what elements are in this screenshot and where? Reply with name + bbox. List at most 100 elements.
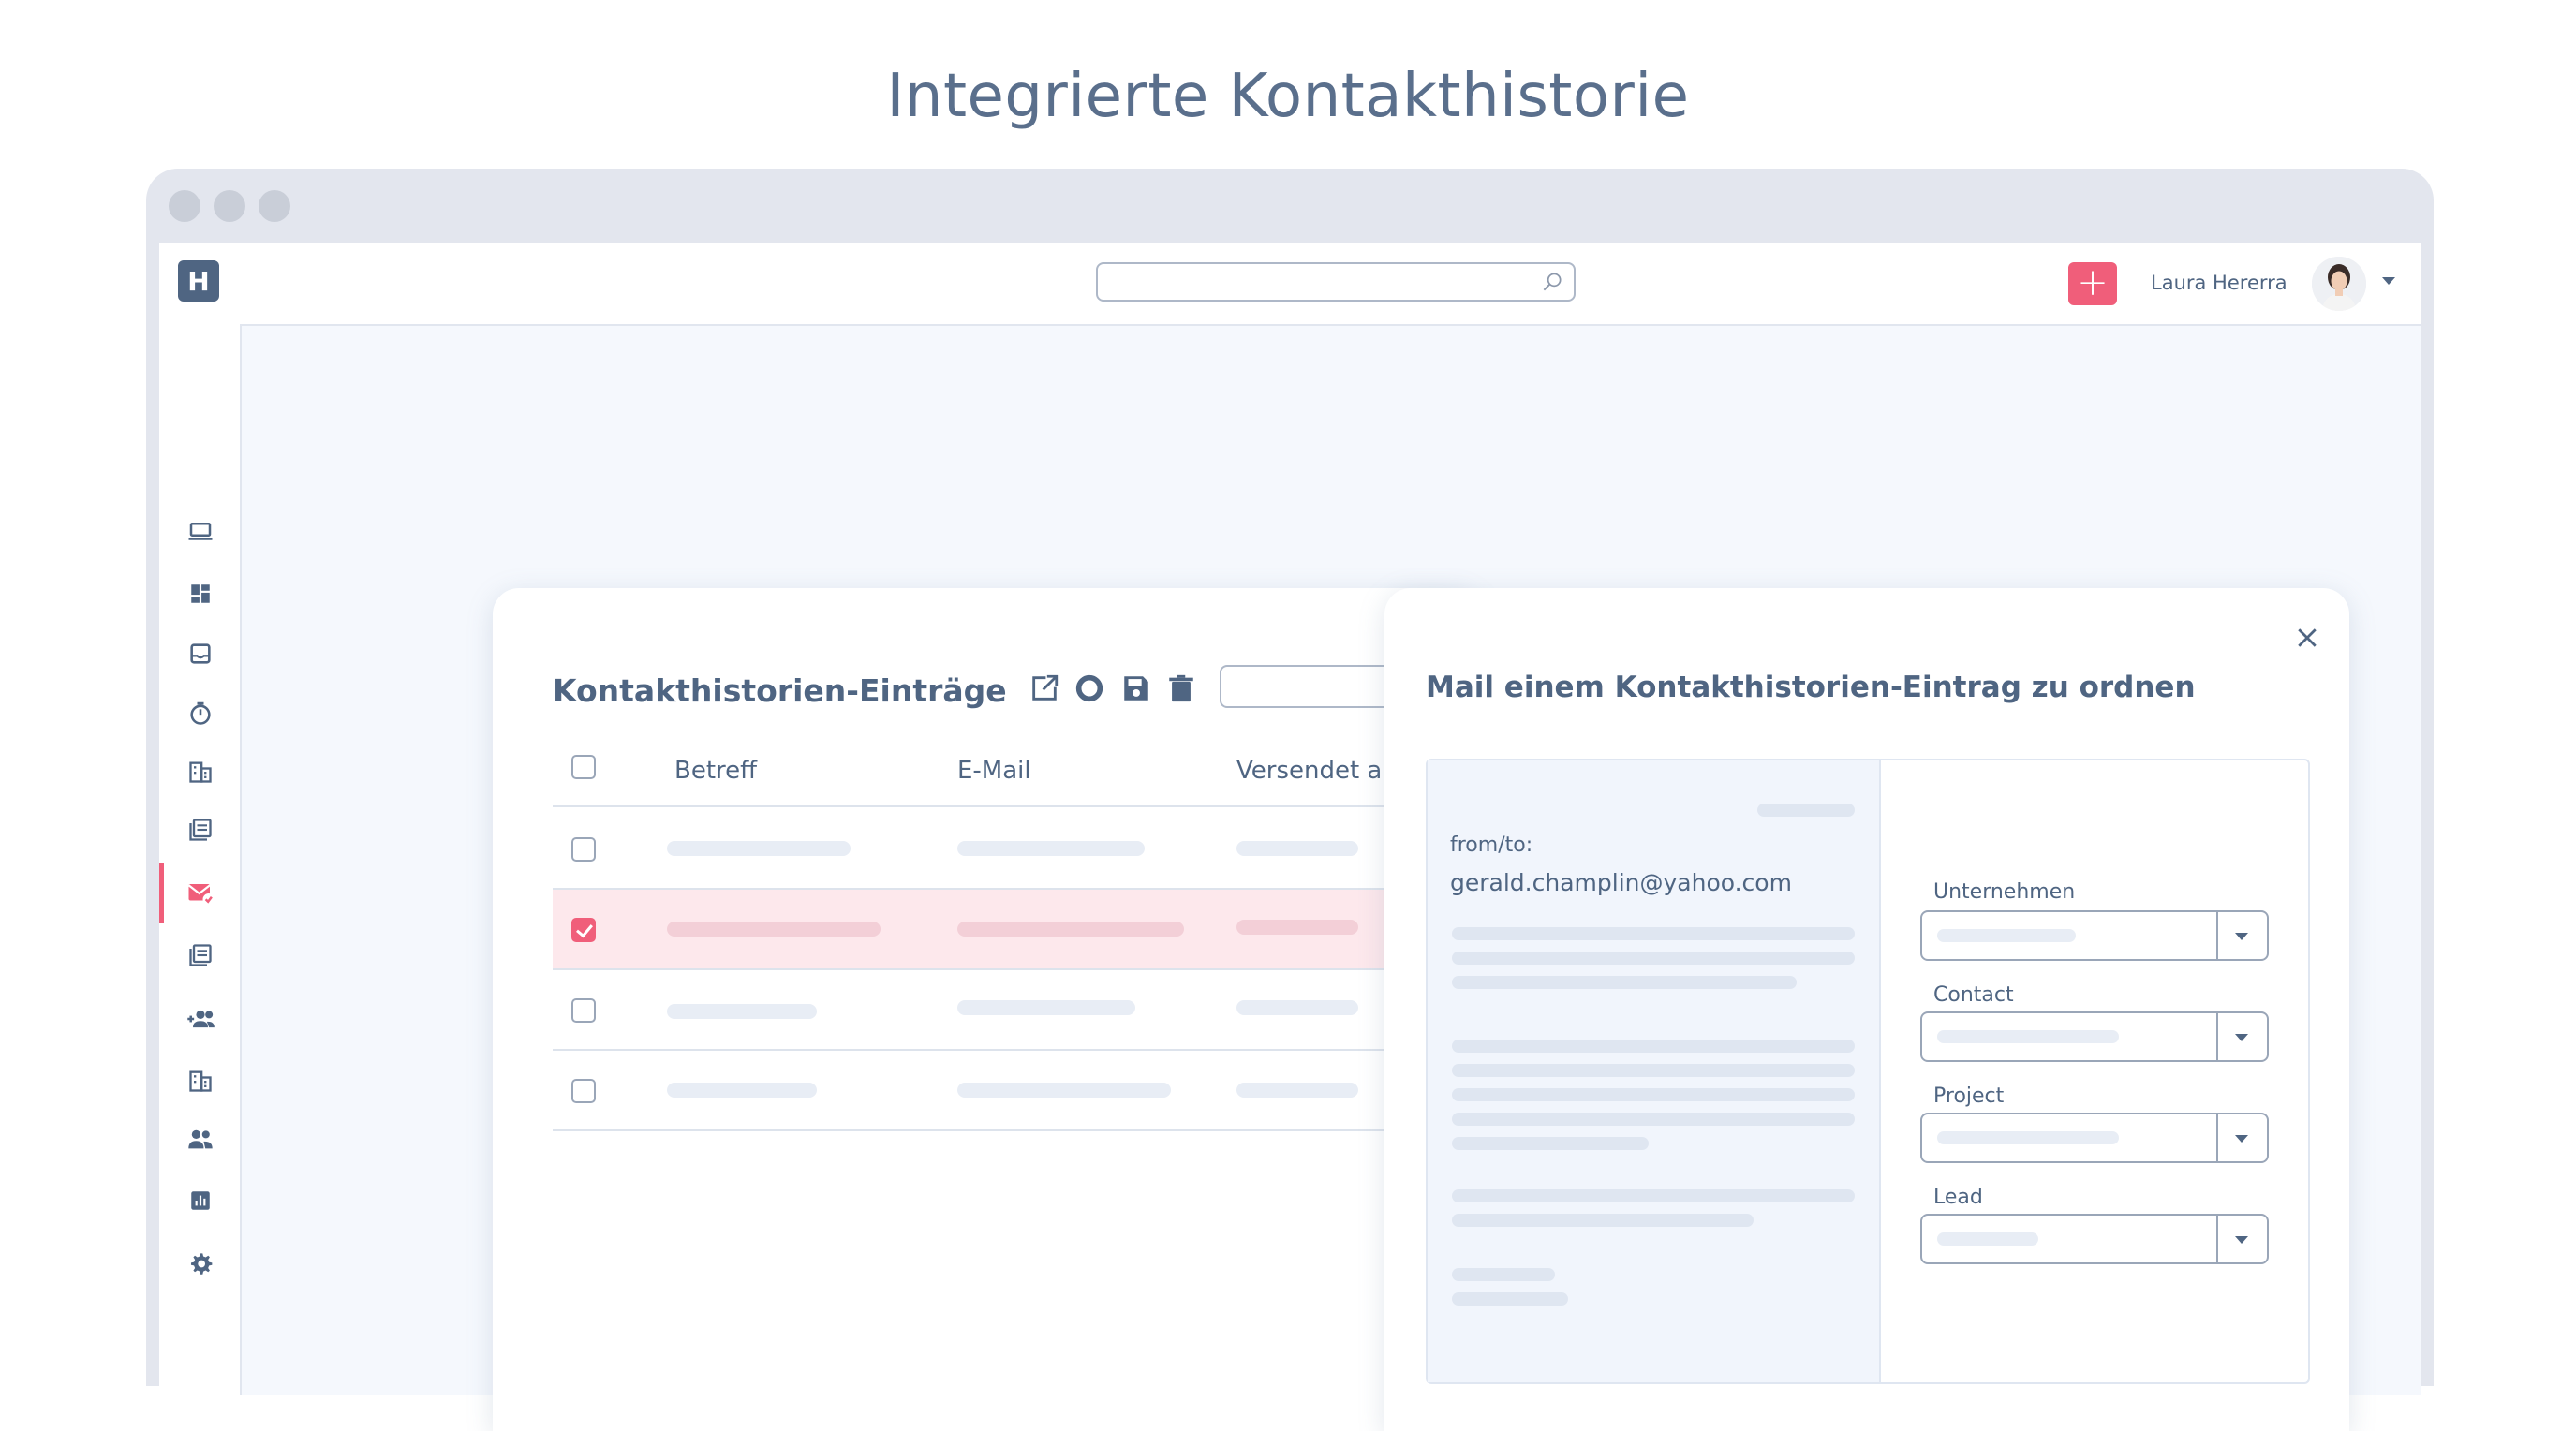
chevron-down-icon[interactable]	[2235, 1034, 2248, 1041]
placeholder-bar	[1452, 1292, 1568, 1306]
select-all-checkbox[interactable]	[571, 755, 596, 779]
building-icon[interactable]	[184, 755, 217, 789]
chevron-down-icon[interactable]	[2235, 933, 2248, 940]
row-checkbox[interactable]	[571, 998, 596, 1023]
column-header-betreff[interactable]: Betreff	[674, 757, 757, 785]
select-divider	[2216, 1013, 2218, 1060]
field-label-contact: Contact	[1933, 983, 2014, 1007]
field-label-project: Project	[1933, 1084, 2005, 1108]
placeholder-bar	[1452, 1268, 1555, 1281]
sidebar-active-indicator	[159, 863, 164, 923]
placeholder-bar	[1236, 1083, 1358, 1098]
logo[interactable]: H	[178, 260, 219, 302]
placeholder-bar	[1452, 1214, 1754, 1227]
mail-from-label: from/to:	[1450, 834, 1533, 857]
assign-mail-panel: Mail einem Kontakthistorien-Eintrag zu o…	[1384, 588, 2349, 1431]
table-row[interactable]	[553, 809, 1424, 890]
contact-history-list-panel: Kontakthistorien-Einträge Betreff E-Mail…	[493, 588, 1480, 1431]
avatar-portrait	[2312, 257, 2366, 311]
table-row-selected[interactable]	[553, 890, 1424, 970]
project-select[interactable]	[1920, 1113, 2269, 1163]
chevron-down-icon[interactable]	[2235, 1236, 2248, 1244]
placeholder-bar	[667, 1083, 817, 1098]
window-close-dot[interactable]	[169, 190, 200, 222]
user-menu-chevron-down-icon[interactable]	[2382, 277, 2395, 285]
row-checkbox[interactable]	[571, 837, 596, 862]
mail-check-icon[interactable]	[184, 877, 217, 910]
field-label-unternehmen: Unternehmen	[1933, 880, 2076, 904]
add-group-icon[interactable]	[184, 1002, 217, 1036]
placeholder-bar	[1452, 1189, 1855, 1202]
building-icon[interactable]	[184, 1064, 217, 1098]
inbox-icon[interactable]	[184, 637, 217, 671]
trash-icon[interactable]	[1165, 672, 1197, 704]
placeholder-bar	[667, 1004, 817, 1019]
select-divider	[2216, 1216, 2218, 1262]
placeholder-bar	[1937, 1030, 2119, 1043]
placeholder-bar	[957, 922, 1184, 937]
bar-chart-icon[interactable]	[184, 1184, 217, 1217]
contact-select[interactable]	[1920, 1011, 2269, 1062]
placeholder-bar	[1937, 1131, 2119, 1144]
chevron-down-icon[interactable]	[2235, 1135, 2248, 1143]
user-name[interactable]: Laura Hererra	[2151, 272, 2287, 294]
placeholder-bar	[1937, 1232, 2038, 1246]
window-minimize-dot[interactable]	[214, 190, 245, 222]
placeholder-bar	[1937, 929, 2076, 942]
mail-address: gerald.champlin@yahoo.com	[1450, 869, 1792, 896]
mail-preview-frame: from/to: gerald.champlin@yahoo.com	[1426, 759, 2310, 1384]
add-button[interactable]: +	[2068, 262, 2117, 305]
column-header-versendet-am[interactable]: Versendet am	[1236, 757, 1406, 785]
list-panel-title: Kontakthistorien-Einträge	[553, 672, 1007, 709]
field-label-lead: Lead	[1933, 1186, 1983, 1209]
open-external-icon[interactable]	[1029, 672, 1060, 704]
people-icon[interactable]	[184, 1122, 217, 1156]
placeholder-bar	[957, 1000, 1135, 1015]
circle-icon[interactable]	[1073, 672, 1105, 704]
global-search-input[interactable]	[1096, 262, 1576, 302]
avatar[interactable]	[2312, 257, 2366, 311]
laptop-icon[interactable]	[184, 515, 217, 549]
select-divider	[2216, 1114, 2218, 1161]
placeholder-bar	[1452, 1088, 1855, 1101]
top-bar: H + Laura Hererra	[159, 243, 2421, 324]
placeholder-bar	[1452, 1113, 1855, 1126]
placeholder-bar	[1452, 1040, 1855, 1053]
select-divider	[2216, 912, 2218, 959]
table-row[interactable]	[553, 1051, 1424, 1131]
placeholder-bar	[1452, 1137, 1649, 1150]
placeholder-bar	[957, 841, 1145, 856]
browser-window: H + Laura Hererra Kontakthistorien-Eintr…	[146, 169, 2434, 1431]
save-icon[interactable]	[1120, 672, 1152, 704]
placeholder-bar	[1452, 1064, 1855, 1077]
window-maximize-dot[interactable]	[259, 190, 290, 222]
placeholder-bar	[667, 922, 881, 937]
lead-select[interactable]	[1920, 1214, 2269, 1264]
placeholder-bar	[1452, 976, 1797, 989]
placeholder-bar	[957, 1083, 1171, 1098]
placeholder-bar	[1757, 804, 1855, 817]
timer-icon[interactable]	[184, 697, 217, 730]
library-icon[interactable]	[184, 813, 217, 847]
placeholder-bar	[1452, 952, 1855, 965]
row-checkbox[interactable]	[571, 1079, 596, 1103]
close-icon[interactable]	[2293, 624, 2321, 652]
placeholder-bar	[667, 841, 851, 856]
table-row[interactable]	[553, 970, 1424, 1051]
content-area: Kontakthistorien-Einträge Betreff E-Mail…	[242, 324, 2421, 1431]
search-icon	[1543, 273, 1562, 291]
mail-preview: from/to: gerald.champlin@yahoo.com	[1428, 760, 1881, 1382]
column-header-email[interactable]: E-Mail	[957, 757, 1031, 785]
gear-icon[interactable]	[184, 1247, 217, 1281]
row-checkbox-checked[interactable]	[571, 918, 596, 942]
placeholder-bar	[1452, 927, 1855, 940]
dashboard-icon[interactable]	[184, 577, 217, 611]
sidebar	[159, 324, 242, 1395]
assign-panel-title: Mail einem Kontakthistorien-Eintrag zu o…	[1426, 671, 2196, 704]
placeholder-bar	[1236, 1000, 1358, 1015]
app-frame: H + Laura Hererra Kontakthistorien-Eintr…	[159, 243, 2421, 1431]
page-title: Integrierte Kontakthistorie	[886, 62, 1690, 131]
unternehmen-select[interactable]	[1920, 910, 2269, 961]
placeholder-bar	[1236, 920, 1358, 935]
library-icon[interactable]	[184, 938, 217, 972]
